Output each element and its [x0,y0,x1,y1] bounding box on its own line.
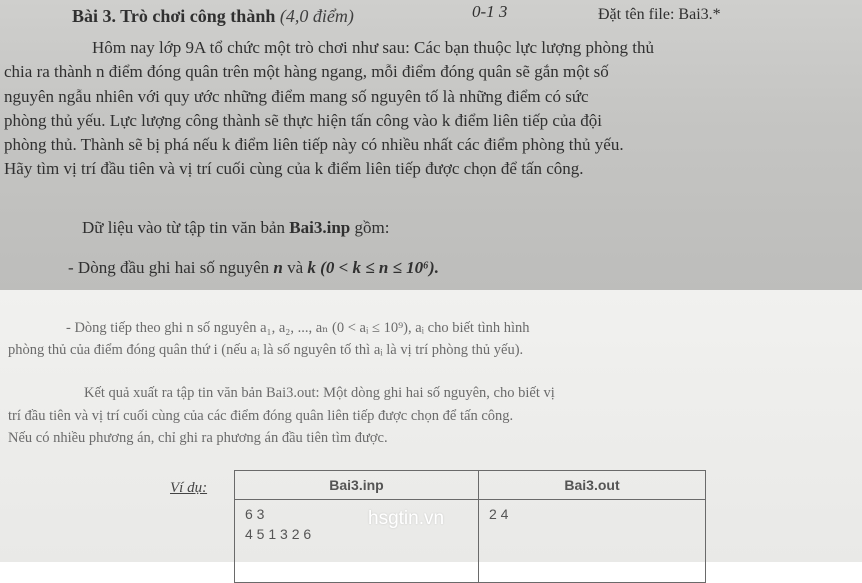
out-cell: 2 4 [478,499,706,583]
paragraph-line: Hãy tìm vị trí đầu tiên và vị trí cuối c… [4,159,584,178]
output-line: trí đầu tiên và vị trí cuối cùng của các… [8,408,514,424]
example-header-row: Bai3.inp Bai3.out [234,470,706,500]
var-n: n [273,258,283,277]
output-line: Nếu có nhiều phương án, chỉ ghi ra phươn… [8,430,388,446]
out-header: Bai3.out [478,470,706,500]
example-table: Bai3.inp Bai3.out 6 3 4 5 1 3 2 6 2 4 [234,470,706,583]
watermark: hsgtin.vn [368,508,445,529]
example-data-row: 6 3 4 5 1 3 2 6 2 4 [234,499,706,583]
output-line: Kết quả xuất ra tập tin văn bản Bai3.out… [84,385,555,401]
input-intro-suffix: gồm: [350,218,390,237]
title-text: Bài 3. Trò chơi công thành [72,6,276,26]
input-line-1: - Dòng đầu ghi hai số nguyên n và k (0 <… [68,258,439,278]
inp-header: Bai3.inp [234,470,479,500]
input-line-2-cont: phòng thủ của điểm đóng quân thứ i (nếu … [8,342,524,358]
input-line1-text: - Dòng đầu ghi hai số nguyên [68,258,274,277]
paragraph-line: Hôm nay lớp 9A tổ chức một trò chơi như … [92,38,654,57]
score-text: (4,0 điểm) [279,6,354,26]
paragraph-line: phòng thủ. Thành sẽ bị phá nếu k điểm li… [4,135,624,154]
paragraph-line: nguyên ngẫu nhiên với quy ước những điểm… [4,87,589,106]
handwritten-note: 0-1 3 [472,2,508,21]
input-intro: Dữ liệu vào từ tập tin văn bản Bai3.inp … [82,218,389,238]
input-line-2: - Dòng tiếp theo ghi n số nguyên a₁, a₂,… [66,320,530,336]
problem-title: Bài 3. Trò chơi công thành (4,0 điểm) [72,6,354,27]
upper-photo-region: Bài 3. Trò chơi công thành (4,0 điểm) 0-… [0,0,862,290]
filename-label: Đặt tên file: Bai3.* [598,6,721,23]
paragraph-line: phòng thủ yếu. Lực lượng công thành sẽ t… [4,111,602,130]
input-line1-and: và [282,258,308,277]
input-intro-text: Dữ liệu vào từ tập tin văn bản [82,218,290,237]
input-file-name: Bai3.inp [289,218,351,237]
paragraph-line: chia ra thành n điểm đóng quân trên một … [4,62,609,81]
input-line1-constraint: (0 < k ≤ n ≤ 10⁶). [320,258,439,277]
example-label: Ví dụ: [170,480,208,496]
var-k: k [307,258,316,277]
out-line: 2 4 [489,506,509,522]
